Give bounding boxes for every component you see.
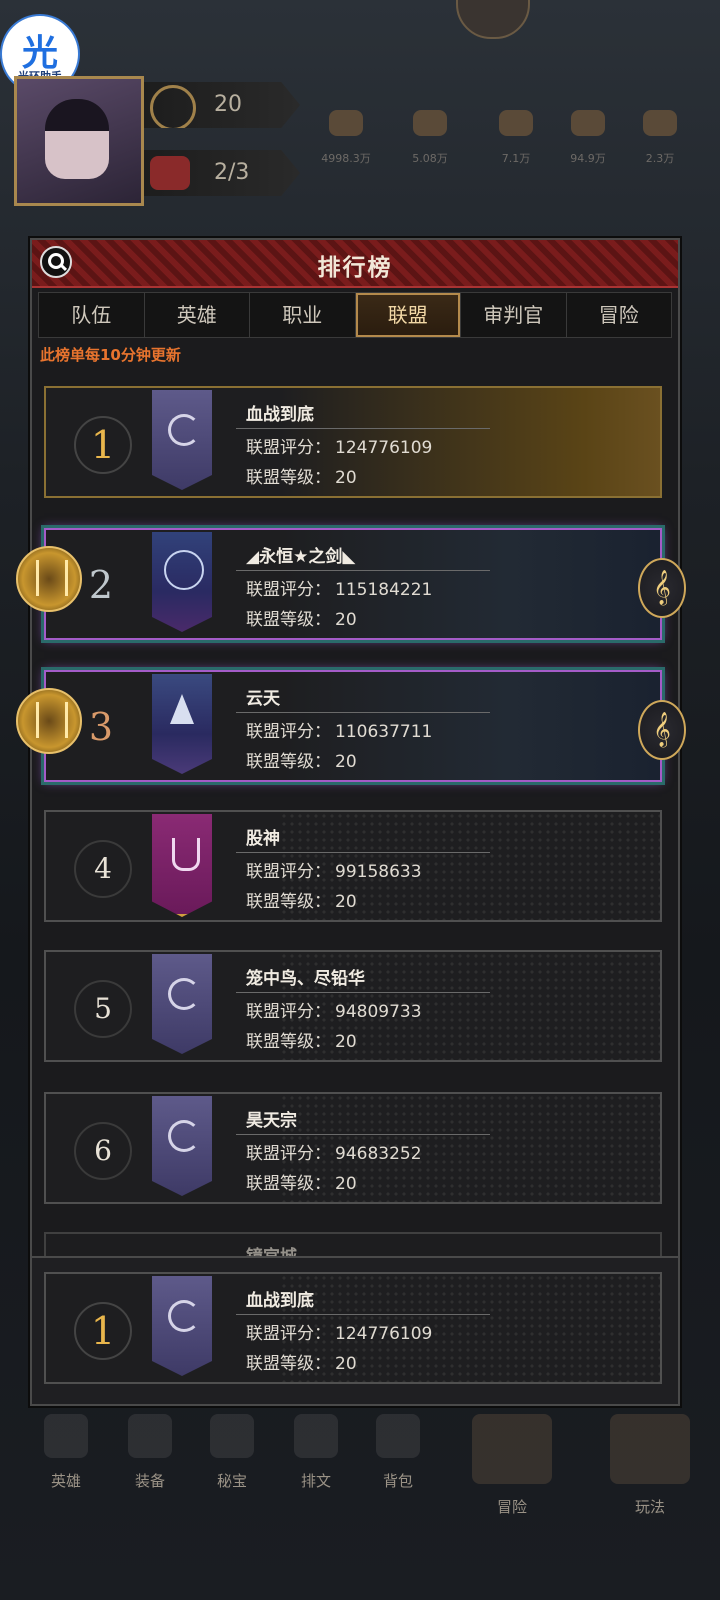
nav-bag[interactable]: 背包 — [366, 1410, 430, 1491]
rank-badge: 2 — [88, 563, 114, 607]
treble-clef-icon: 𝄞 — [638, 700, 686, 760]
bottom-nav: 英雄 装备 秘宝 排文 背包 冒险 玩法 — [0, 1410, 720, 1516]
alliance-score: 联盟评分： 124776109 — [246, 438, 433, 458]
alliance-level: 联盟等级： 20 — [246, 1354, 357, 1374]
alliance-name: ◢永恒★之剑◣ — [246, 547, 356, 567]
table-row[interactable]: 1 血战到底 联盟评分： 124776109 联盟等级： 20 — [44, 386, 662, 498]
alliance-level: 联盟等级： 20 — [246, 468, 357, 488]
alliance-score: 联盟评分： 94683252 — [246, 1144, 422, 1164]
table-row[interactable]: 6 昊天宗 联盟评分： 94683252 联盟等级： 20 — [44, 1092, 662, 1204]
alliance-name: 股神 — [246, 829, 280, 849]
nav-relation[interactable]: 排文 — [284, 1410, 348, 1491]
lyre-icon — [16, 688, 82, 754]
lyre-icon — [16, 546, 82, 612]
tab-team[interactable]: 队伍 — [39, 293, 145, 337]
treble-clef-icon: 𝄞 — [638, 558, 686, 618]
alliance-score: 联盟评分： 94809733 — [246, 1002, 422, 1022]
alliance-name: 云天 — [246, 689, 280, 709]
player-stamina: 2/3 — [144, 150, 300, 196]
alliance-score: 联盟评分： 115184221 — [246, 580, 433, 600]
own-alliance-row[interactable]: 1 血战到底 联盟评分： 124776109 联盟等级： 20 — [44, 1272, 662, 1384]
alliance-banner-crescent-icon — [152, 1096, 212, 1196]
resource-4: 94.9万 — [558, 110, 618, 166]
nav-hero[interactable]: 英雄 — [34, 1410, 98, 1491]
alliance-name: 笼中鸟、尽铅华 — [246, 969, 365, 989]
alliance-level: 联盟等级： 20 — [246, 1032, 357, 1052]
alliance-level: 联盟等级： 20 — [246, 610, 357, 630]
alliance-score: 联盟评分： 124776109 — [246, 1324, 433, 1344]
nav-equipment[interactable]: 装备 — [118, 1410, 182, 1491]
alliance-name: 血战到底 — [246, 405, 314, 425]
resource-5: 2.3万 — [630, 110, 690, 166]
alliance-name: 昊天宗 — [246, 1111, 297, 1131]
player-level: 20 — [144, 82, 300, 128]
rank-badge: 4 — [74, 840, 132, 898]
resource-2: 5.08万 — [400, 110, 460, 166]
table-row[interactable]: 2 ◢永恒★之剑◣ 联盟评分： 115184221 联盟等级： 20 𝄞 — [16, 528, 686, 640]
alliance-level: 联盟等级： 20 — [246, 1174, 357, 1194]
panel-header: 排行榜 — [32, 240, 678, 288]
rank-badge: 6 — [74, 1122, 132, 1180]
alliance-level: 联盟等级： 20 — [246, 752, 357, 772]
player-avatar[interactable] — [14, 76, 144, 206]
table-row[interactable]: 5 笼中鸟、尽铅华 联盟评分： 94809733 联盟等级： 20 — [44, 950, 662, 1062]
tab-alliance[interactable]: 联盟 — [355, 293, 461, 337]
alliance-banner-wolf-icon — [152, 674, 212, 774]
table-row[interactable]: 4 股神 联盟评分： 99158633 联盟等级： 20 — [44, 810, 662, 922]
own-alliance-footer: 1 血战到底 联盟评分： 124776109 联盟等级： 20 — [32, 1256, 678, 1404]
panel-title: 排行榜 — [317, 255, 393, 281]
top-ornament-icon — [456, 0, 530, 39]
leaderboard-panel: 排行榜 队伍 英雄 职业 联盟 审判官 冒险 此榜单每10分钟更新 1 血战到底… — [16, 238, 686, 1406]
alliance-name: 血战到底 — [246, 1291, 314, 1311]
alliance-banner-grail-icon — [152, 814, 212, 917]
stamina-icon — [150, 156, 190, 190]
tab-inquisitor[interactable]: 审判官 — [461, 293, 567, 337]
alliance-banner-crescent-icon — [152, 1276, 212, 1376]
level-compass-icon — [150, 85, 196, 128]
leaderboard-tabs: 队伍 英雄 职业 联盟 审判官 冒险 — [38, 292, 672, 338]
tab-hero[interactable]: 英雄 — [145, 293, 250, 337]
alliance-score: 联盟评分： 110637711 — [246, 722, 433, 742]
rank-badge: 1 — [74, 1302, 132, 1360]
rank-badge: 1 — [74, 416, 132, 474]
alliance-banner-crescent-icon — [152, 390, 212, 490]
alliance-level: 联盟等级： 20 — [246, 892, 357, 912]
tab-class[interactable]: 职业 — [250, 293, 356, 337]
alliance-banner-crescent-icon — [152, 954, 212, 1054]
rank-badge: 5 — [74, 980, 132, 1038]
resource-1: 4998.3万 — [316, 110, 376, 166]
alliance-banner-tree-icon — [152, 532, 212, 632]
nav-gameplay[interactable]: 玩法 — [600, 1410, 700, 1517]
nav-treasure[interactable]: 秘宝 — [200, 1410, 264, 1491]
update-notice: 此榜单每10分钟更新 — [40, 346, 181, 364]
table-row[interactable]: 3 云天 联盟评分： 110637711 联盟等级： 20 𝄞 — [16, 670, 686, 782]
resource-3: 7.1万 — [486, 110, 546, 166]
tab-adventure[interactable]: 冒险 — [567, 293, 672, 337]
rank-badge: 3 — [88, 705, 114, 749]
nav-adventure[interactable]: 冒险 — [462, 1410, 562, 1517]
alliance-score: 联盟评分： 99158633 — [246, 862, 422, 882]
